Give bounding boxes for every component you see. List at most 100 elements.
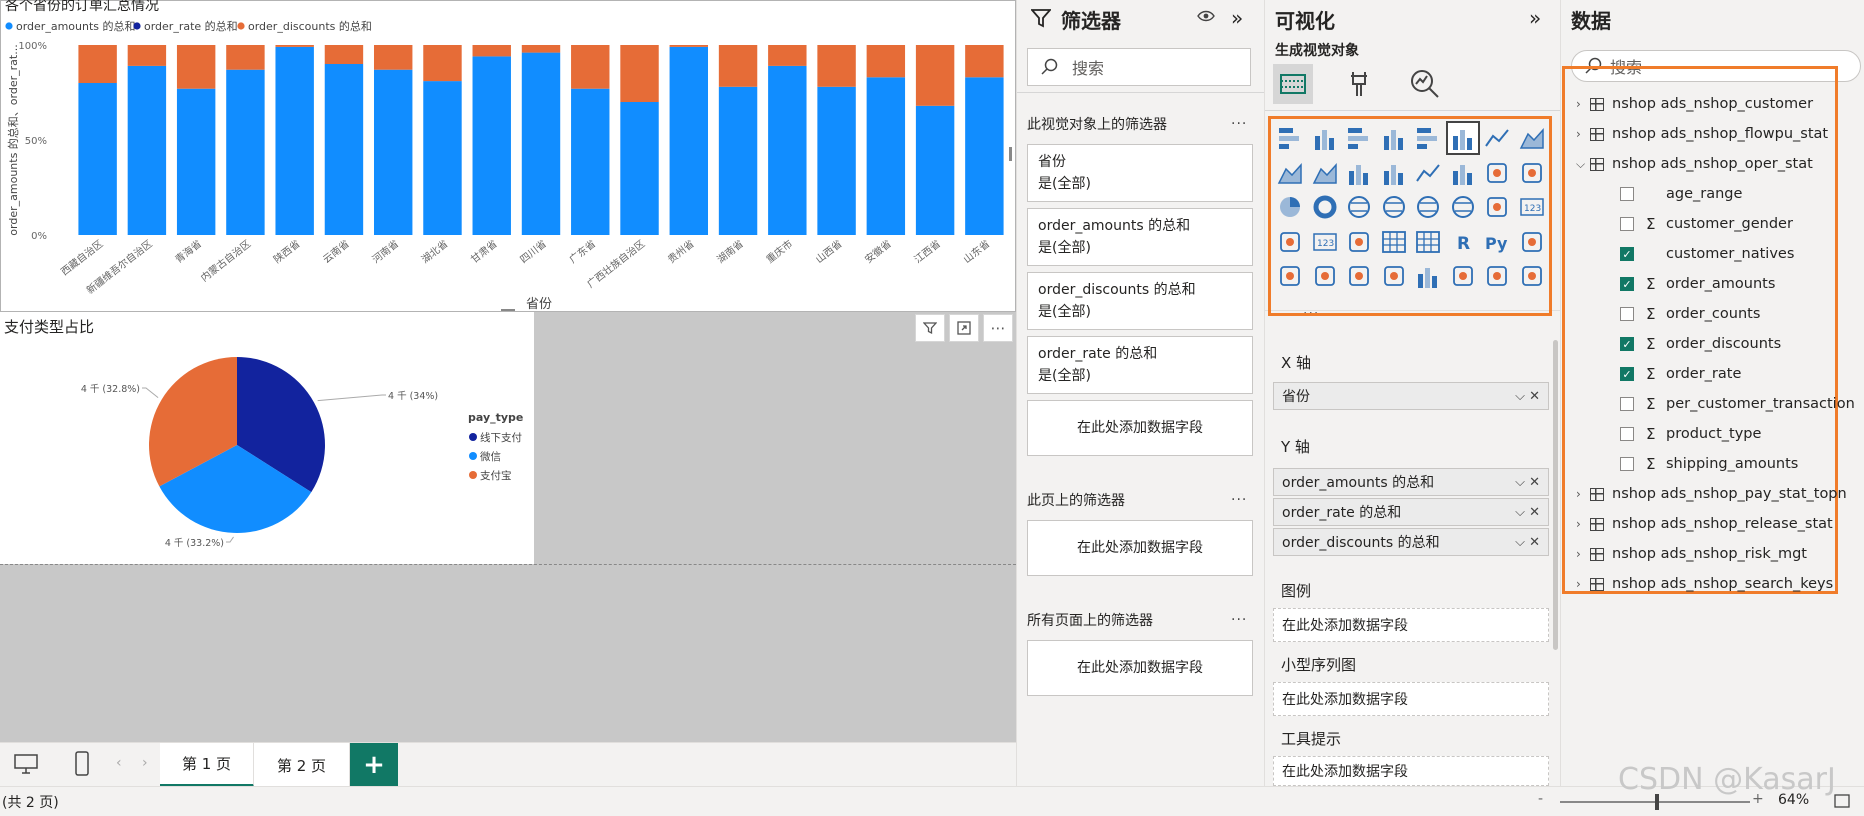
bar-order-discounts[interactable]	[817, 45, 856, 87]
more-options-icon[interactable]: ⋯	[983, 314, 1013, 342]
table-icon[interactable]	[1377, 225, 1411, 259]
mobile-view-icon[interactable]	[74, 751, 90, 781]
bar-order-amounts[interactable]	[866, 77, 906, 235]
field-controls[interactable]: ⌵ ✕	[1515, 535, 1540, 550]
treemap-icon[interactable]	[1342, 190, 1376, 224]
field-checkbox[interactable]	[1620, 187, 1634, 201]
collapse-filters-icon[interactable]: »	[1231, 6, 1243, 30]
tooltips-drop[interactable]: 在此处添加数据字段	[1273, 756, 1549, 786]
zoom-out-button[interactable]: -	[1538, 791, 1543, 807]
decomposition-tree-icon[interactable]	[1273, 259, 1307, 293]
field-checkbox[interactable]	[1620, 397, 1634, 411]
legend-entry[interactable]: order_amounts 的总和	[16, 19, 136, 33]
bar-order-amounts[interactable]	[817, 86, 856, 235]
pie-icon[interactable]	[1273, 190, 1307, 224]
bar-order-discounts[interactable]	[718, 45, 758, 87]
bar-order-discounts[interactable]	[226, 45, 265, 70]
resize-handle[interactable]	[501, 309, 515, 311]
kpi-icon[interactable]: 123	[1308, 225, 1342, 259]
pie-legend-entry[interactable]: 微信	[480, 450, 501, 463]
y-axis-field[interactable]: order_rate 的总和 ⌵ ✕	[1273, 498, 1549, 526]
data-field-row[interactable]: Σshipping_amounts	[1576, 450, 1798, 478]
bar-order-amounts[interactable]	[718, 86, 758, 235]
bar-order-discounts[interactable]	[324, 45, 364, 64]
field-controls[interactable]: ⌵ ✕	[1515, 475, 1540, 490]
bar-order-discounts[interactable]	[669, 45, 709, 47]
bar-order-amounts[interactable]	[176, 88, 216, 235]
multi-row-card-icon[interactable]	[1273, 225, 1307, 259]
field-checkbox[interactable]: ✓	[1620, 277, 1634, 291]
all-pages-add-field-drop[interactable]: 在此处添加数据字段	[1027, 640, 1253, 696]
data-field-row[interactable]: ✓ Σorder_rate	[1576, 360, 1741, 388]
bar-order-amounts[interactable]	[423, 81, 462, 235]
power-automate-icon[interactable]	[1480, 259, 1514, 293]
bar-order-amounts[interactable]	[78, 83, 117, 235]
bar-order-amounts[interactable]	[127, 65, 167, 236]
bar-order-discounts[interactable]	[275, 45, 314, 47]
key-influencers-icon[interactable]	[1515, 225, 1549, 259]
bar-chart-svg[interactable]: order_amounts 的总和 order_rate 的总和 order_dis…	[1, 1, 1015, 311]
waterfall-icon[interactable]	[1446, 156, 1480, 190]
data-table-row[interactable]: › nshop ads_nshop_flowpu_stat	[1576, 120, 1828, 148]
field-controls[interactable]: ⌵ ✕	[1515, 505, 1540, 520]
donut-icon[interactable]	[1308, 190, 1342, 224]
pie-visual[interactable]: 支付类型占比 4 千 (34%) 4 千 (33.2%) 4 千 (32.8%) pa…	[0, 312, 534, 564]
filter-card-order-discounts[interactable]: order_discounts 的总和 是(全部)	[1027, 272, 1253, 330]
matrix-icon[interactable]	[1411, 225, 1445, 259]
bar-order-discounts[interactable]	[78, 45, 117, 83]
bar-order-amounts[interactable]	[768, 65, 807, 236]
chevron-right-icon[interactable]: ›	[1576, 577, 1590, 591]
all-pages-filters-more[interactable]: ...	[1231, 608, 1247, 624]
visual-filters-more[interactable]: ...	[1231, 112, 1247, 128]
chevron-right-icon[interactable]: ›	[1576, 487, 1590, 501]
bar-order-amounts[interactable]	[571, 88, 610, 235]
field-checkbox[interactable]	[1620, 427, 1634, 441]
bar-order-amounts[interactable]	[915, 105, 955, 235]
pie-legend-entry[interactable]: 线下支付	[480, 431, 522, 444]
filter-card-province[interactable]: 省份 是(全部)	[1027, 144, 1253, 202]
field-checkbox[interactable]	[1620, 307, 1634, 321]
get-more-icon[interactable]	[1515, 259, 1549, 293]
line-clustered-column-icon[interactable]	[1377, 156, 1411, 190]
format-visual-tab-icon[interactable]	[1345, 68, 1373, 104]
data-field-row[interactable]: ✓ Σorder_discounts	[1576, 330, 1781, 358]
smart-narrative-icon[interactable]	[1342, 259, 1376, 293]
filter-card-order-amounts[interactable]: order_amounts 的总和 是(全部)	[1027, 208, 1253, 266]
clustered-bar-icon[interactable]	[1342, 121, 1376, 155]
data-table-row[interactable]: › nshop ads_nshop_pay_stat_topn	[1576, 480, 1847, 508]
page-filters-more[interactable]: ...	[1231, 488, 1247, 504]
bar-order-amounts[interactable]	[373, 69, 413, 235]
collapse-viz-icon[interactable]: »	[1529, 6, 1541, 30]
data-table-row[interactable]: › nshop ads_nshop_customer	[1576, 90, 1813, 118]
bar-order-discounts[interactable]	[866, 45, 906, 78]
field-checkbox[interactable]: ✓	[1620, 367, 1634, 381]
bar-order-amounts[interactable]	[472, 56, 511, 236]
clustered-column-icon[interactable]	[1377, 121, 1411, 155]
fit-page-icon[interactable]	[1834, 793, 1850, 813]
chevron-right-icon[interactable]: ›	[1576, 547, 1590, 561]
next-page-icon[interactable]: ›	[142, 755, 148, 771]
metrics-icon[interactable]	[1377, 259, 1411, 293]
chevron-right-icon[interactable]: ›	[1576, 127, 1590, 141]
chevron-down-icon[interactable]: ⌵	[1576, 157, 1590, 172]
field-checkbox[interactable]	[1620, 457, 1634, 471]
add-page-button[interactable]: +	[350, 743, 398, 787]
funnel-icon[interactable]	[1480, 156, 1514, 190]
field-checkbox[interactable]: ✓	[1620, 337, 1634, 351]
card-icon[interactable]: 123	[1515, 190, 1549, 224]
100-stacked-bar-icon[interactable]	[1411, 121, 1445, 155]
area-icon[interactable]	[1515, 121, 1549, 155]
filter-card-order-rate[interactable]: order_rate 的总和 是(全部)	[1027, 336, 1253, 394]
data-field-row[interactable]: Σper_customer_transaction	[1576, 390, 1855, 418]
bar-order-discounts[interactable]	[472, 45, 511, 57]
data-field-row[interactable]: Σcustomer_gender	[1576, 210, 1793, 238]
small-multiples-drop[interactable]: 在此处添加数据字段	[1273, 682, 1549, 716]
bar-order-discounts[interactable]	[571, 45, 610, 89]
data-field-row[interactable]: age_range	[1576, 180, 1742, 208]
data-table-row[interactable]: › nshop ads_nshop_search_keys	[1576, 570, 1833, 598]
bar-order-discounts[interactable]	[768, 45, 807, 66]
visual-add-field-drop[interactable]: 在此处添加数据字段	[1027, 400, 1253, 456]
stacked-column-icon[interactable]	[1308, 121, 1342, 155]
legend-entry[interactable]: order_discounts 的总和	[248, 19, 372, 33]
field-checkbox[interactable]	[1620, 217, 1634, 231]
